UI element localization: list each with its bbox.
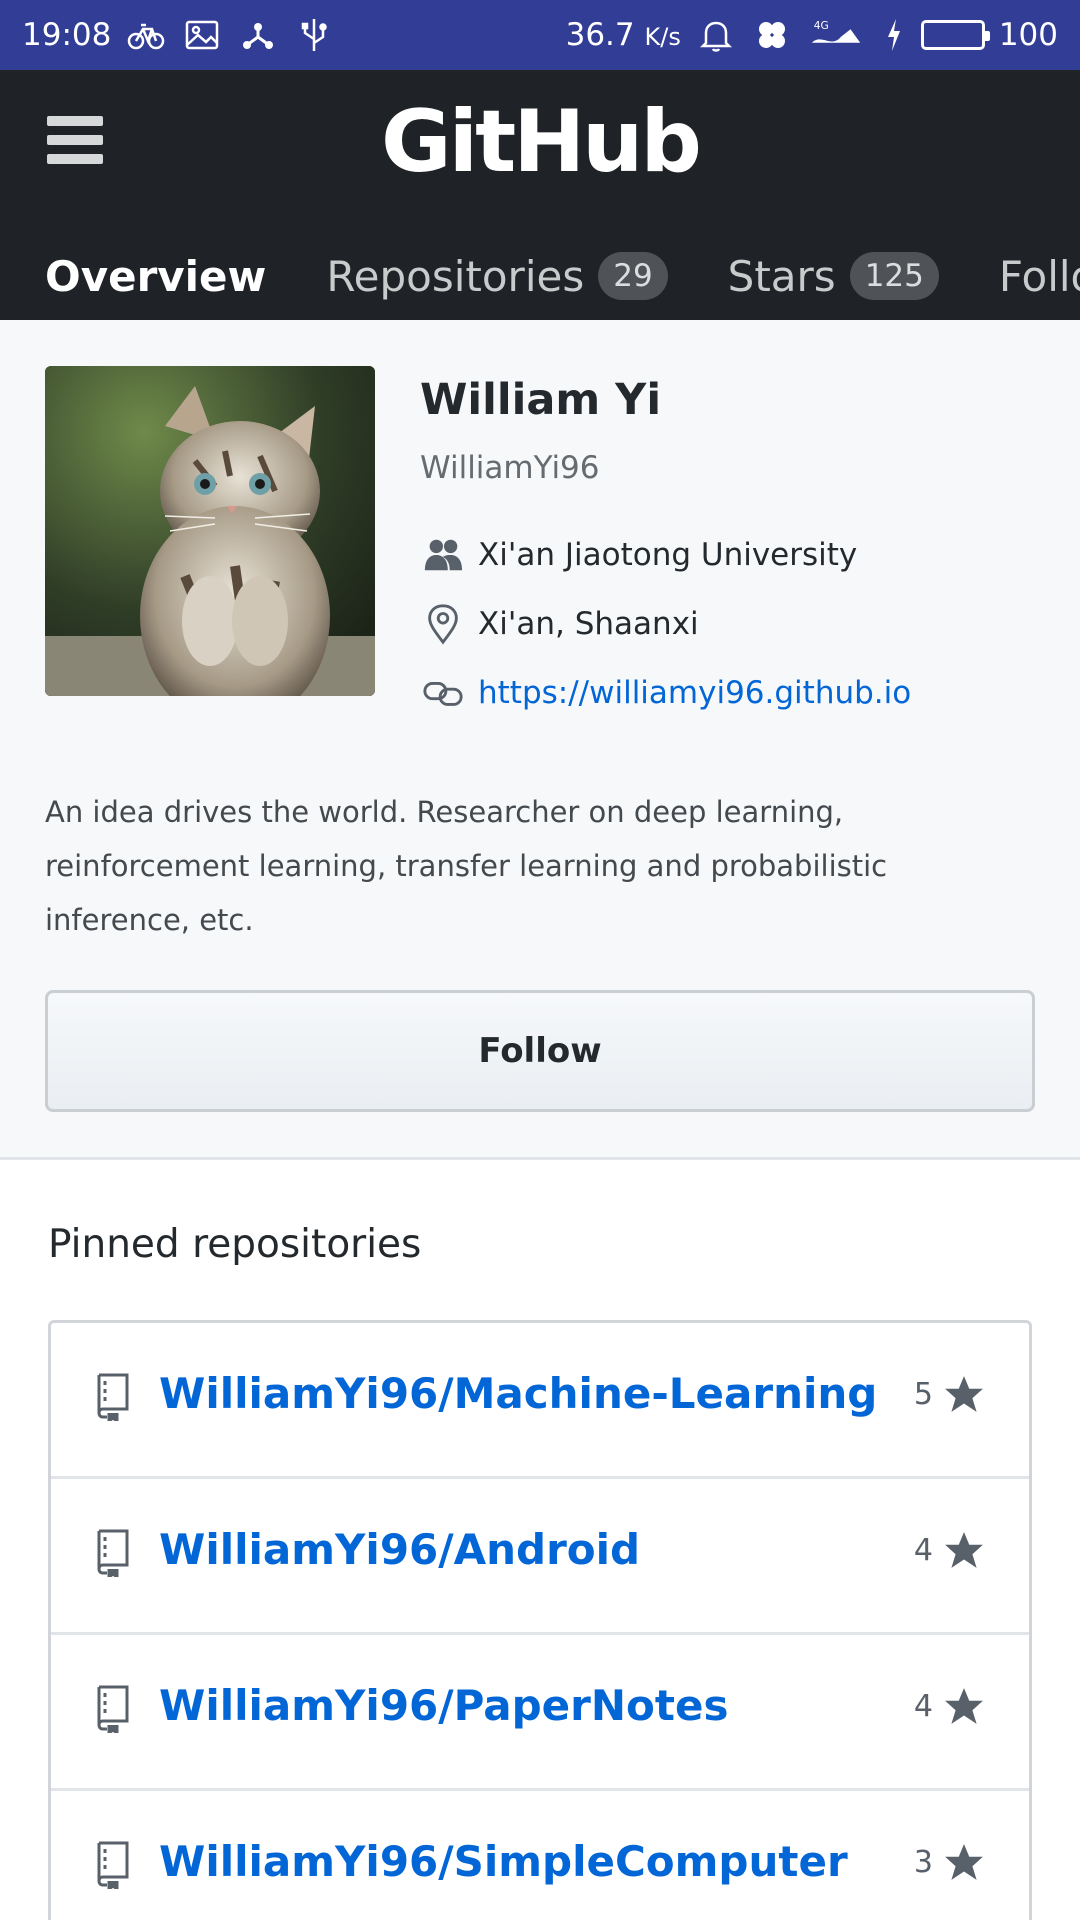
- image-icon: [181, 14, 223, 56]
- avatar[interactable]: [45, 366, 375, 696]
- status-time: 19:08: [22, 17, 112, 53]
- location-pin-icon: [420, 601, 466, 647]
- repo-name-link[interactable]: WilliamYi96/Machine-Learning: [159, 1369, 877, 1418]
- pinned-repo-item[interactable]: WilliamYi96/PaperNotes 4: [51, 1635, 1029, 1791]
- profile-website[interactable]: https://williamyi96.github.io: [420, 670, 911, 716]
- website-link[interactable]: https://williamyi96.github.io: [478, 675, 911, 711]
- repo-stars: 3: [914, 1841, 985, 1883]
- repo-book-icon: [93, 1683, 133, 1736]
- bell-icon: [695, 14, 737, 56]
- repo-star-count: 3: [913, 1844, 933, 1880]
- organization-text: Xi'an Jiaotong University: [478, 537, 858, 573]
- repo-book-icon: [93, 1527, 133, 1580]
- profile-location: Xi'an, Shaanxi: [420, 601, 699, 647]
- network-speed-unit: K/s: [644, 23, 681, 51]
- repo-star-count: 5: [913, 1376, 933, 1412]
- tab-label: Followers: [998, 251, 1080, 301]
- pinned-repositories-list: WilliamYi96/Machine-Learning 5 WilliamYi…: [48, 1320, 1032, 1920]
- signal-icon: 4G: [807, 14, 867, 56]
- star-icon: [943, 1529, 985, 1571]
- repo-stars: 5: [914, 1373, 985, 1415]
- pinned-repo-item[interactable]: WilliamYi96/SimpleComputer 3: [51, 1791, 1029, 1920]
- star-icon: [943, 1685, 985, 1727]
- clover-icon: [751, 14, 793, 56]
- bicycle-icon: [125, 14, 167, 56]
- repo-stars: 4: [914, 1529, 985, 1571]
- tab-stars[interactable]: Stars 125: [728, 252, 939, 301]
- repo-book-icon: [93, 1371, 133, 1424]
- status-bar: 19:08 36.7 K/s 4G 100: [0, 0, 1080, 70]
- pinned-repo-item[interactable]: WilliamYi96/Android 4: [51, 1479, 1029, 1635]
- tab-followers[interactable]: Followers: [999, 252, 1080, 301]
- follow-button[interactable]: Follow: [45, 990, 1035, 1112]
- status-right: 36.7 K/s 4G 100: [566, 14, 1058, 56]
- tab-label: Overview: [45, 251, 267, 301]
- repo-book-icon: [93, 1839, 133, 1892]
- tab-repositories[interactable]: Repositories 29: [326, 251, 668, 301]
- star-icon: [943, 1841, 985, 1883]
- battery-level: 100: [998, 17, 1058, 53]
- pinned-repositories-heading: Pinned repositories: [48, 1222, 422, 1267]
- profile-tabs: Overview Repositories 29 Stars 125 Followe…: [0, 232, 1080, 320]
- location-text: Xi'an, Shaanxi: [478, 606, 699, 642]
- link-icon: [420, 670, 466, 716]
- share-icon: [237, 14, 279, 56]
- profile-username: WilliamYi96: [420, 450, 600, 486]
- usb-icon: [293, 14, 335, 56]
- tab-label: Stars: [727, 251, 836, 301]
- charging-icon: [881, 14, 907, 56]
- organization-icon: [420, 532, 466, 578]
- app-header: GitHub Overview Repositories 29 Stars 125 …: [0, 70, 1080, 320]
- profile-organization: Xi'an Jiaotong University: [420, 532, 857, 578]
- battery-icon: [920, 20, 990, 50]
- network-type: 4G: [814, 19, 829, 32]
- repo-name-link[interactable]: WilliamYi96/Android: [159, 1525, 640, 1574]
- github-logo[interactable]: GitHub: [0, 92, 1080, 192]
- repo-star-count: 4: [913, 1688, 933, 1724]
- repo-star-count: 4: [913, 1532, 933, 1568]
- profile-bio: An idea drives the world. Researcher on …: [45, 795, 888, 937]
- profile-full-name: William Yi: [420, 375, 662, 425]
- profile-section: William Yi WilliamYi96 Xi'an Jiaotong Un…: [0, 320, 1080, 1160]
- repo-stars: 4: [914, 1685, 985, 1727]
- status-left: 19:08: [22, 14, 335, 56]
- tab-label: Repositories: [326, 251, 585, 301]
- tab-overview[interactable]: Overview: [45, 252, 266, 301]
- network-speed: 36.7 K/s: [565, 17, 681, 53]
- star-icon: [943, 1373, 985, 1415]
- repo-name-link[interactable]: WilliamYi96/PaperNotes: [159, 1681, 728, 1730]
- stars-count-badge: 125: [849, 252, 939, 300]
- repositories-count-badge: 29: [598, 252, 668, 300]
- repo-name-link[interactable]: WilliamYi96/SimpleComputer: [159, 1837, 848, 1886]
- pinned-repo-item[interactable]: WilliamYi96/Machine-Learning 5: [51, 1323, 1029, 1479]
